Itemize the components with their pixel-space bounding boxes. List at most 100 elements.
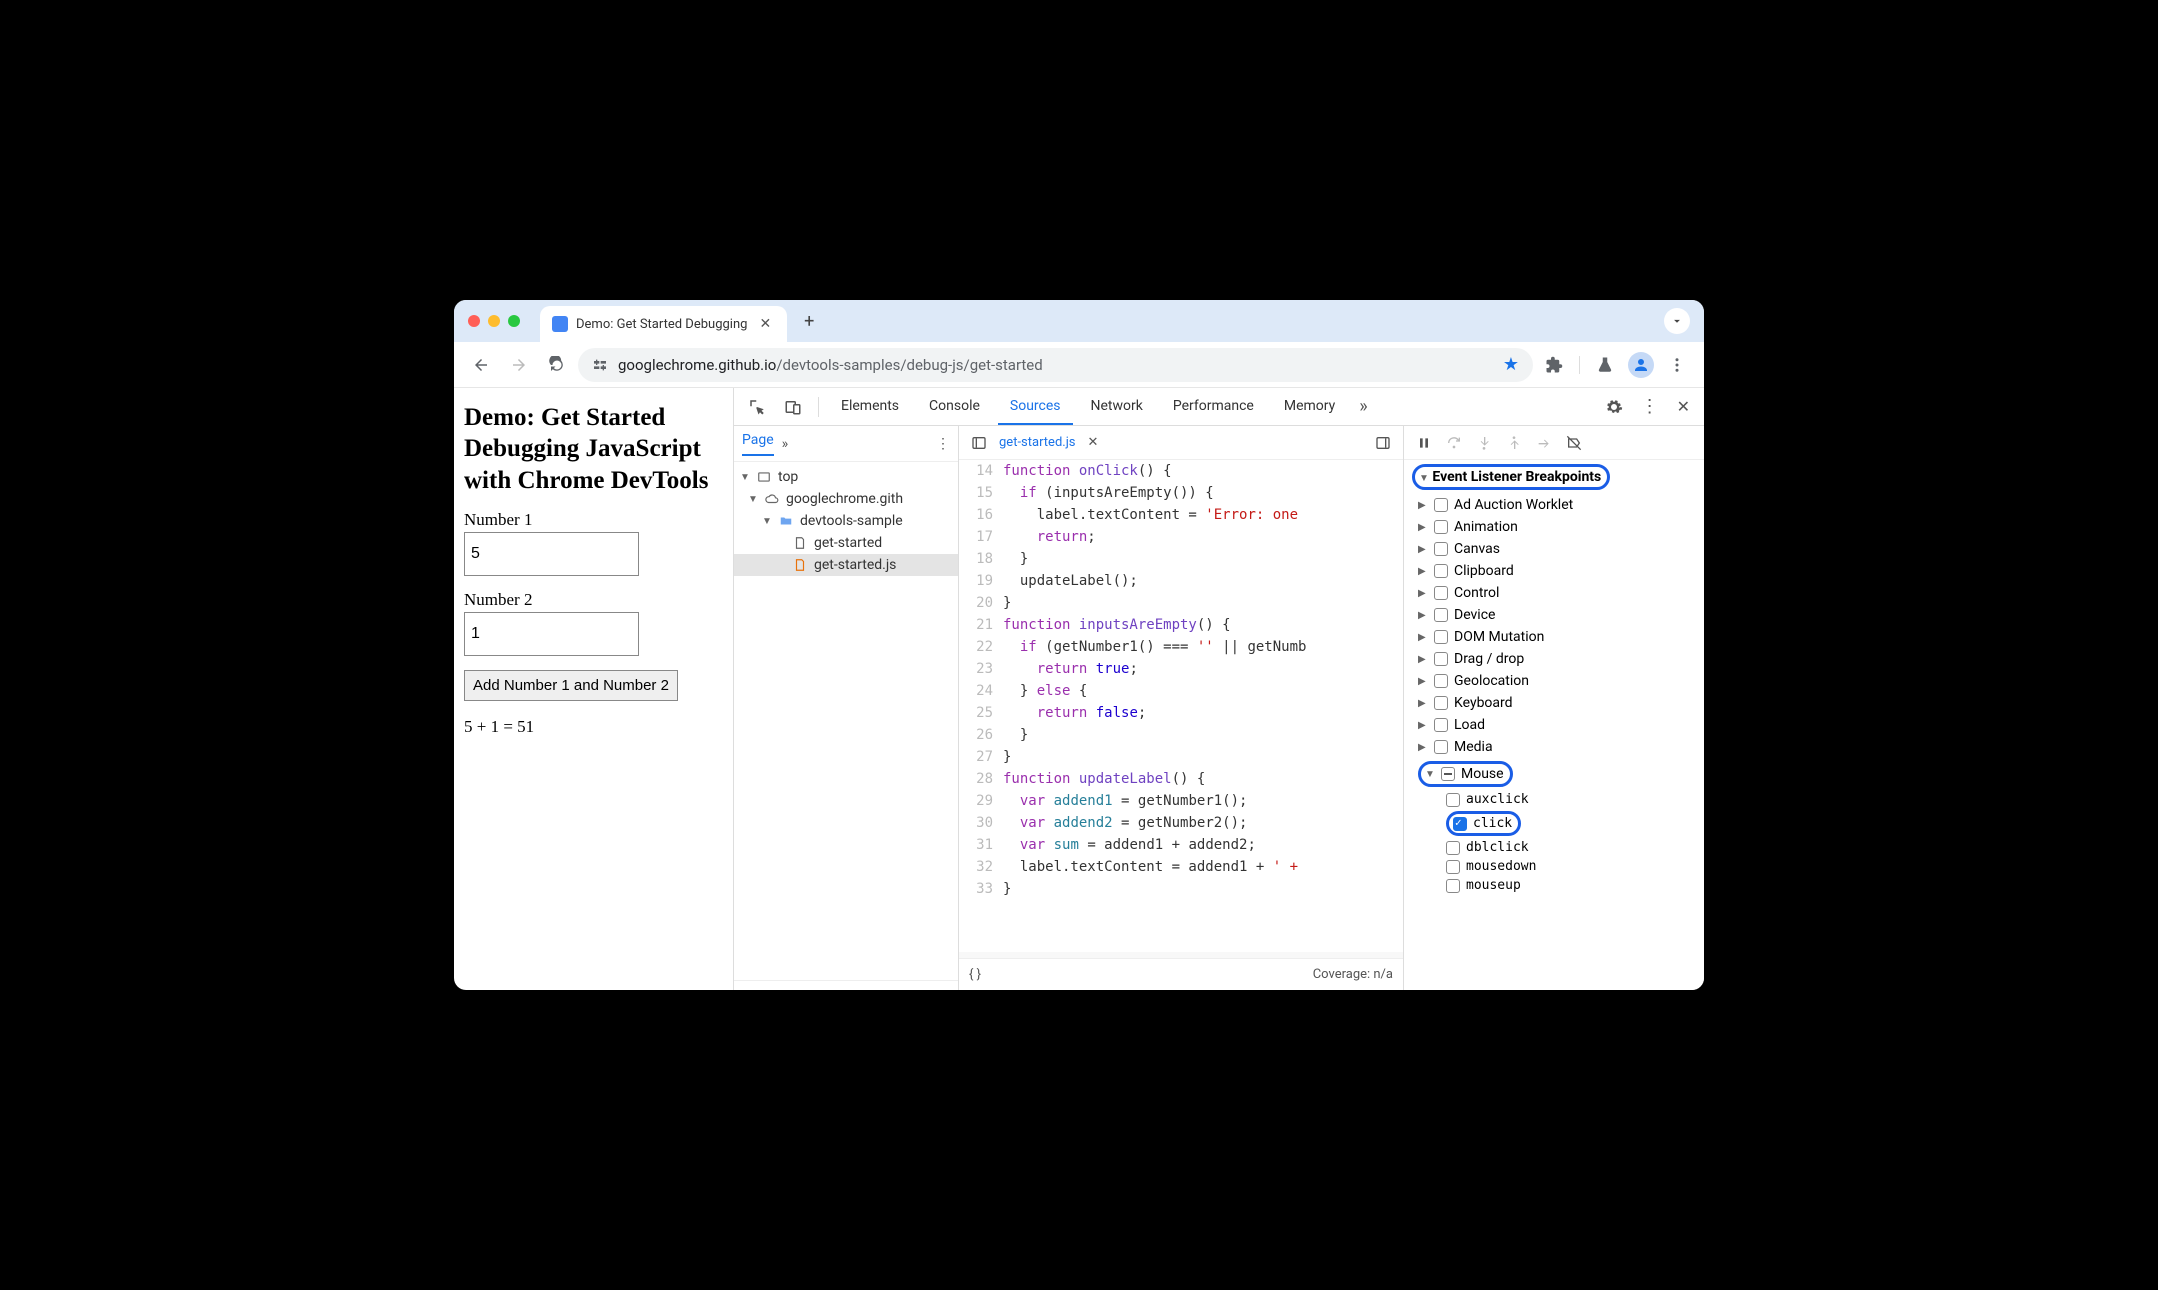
checkbox-icon[interactable]	[1434, 608, 1448, 622]
line-number[interactable]: 21	[959, 614, 1003, 636]
window-close-button[interactable]	[468, 315, 480, 327]
tab-search-button[interactable]	[1664, 308, 1690, 334]
line-number[interactable]: 24	[959, 680, 1003, 702]
line-number[interactable]: 16	[959, 504, 1003, 526]
tree-file-html[interactable]: get-started	[734, 532, 958, 554]
code-editor[interactable]: 14function onClick() {15 if (inputsAreEm…	[959, 460, 1403, 952]
editor-filename[interactable]: get-started.js	[999, 435, 1076, 450]
tree-folder[interactable]: ▼ devtools-sample	[734, 510, 958, 532]
breakpoint-event[interactable]: click	[1404, 809, 1704, 838]
line-number[interactable]: 33	[959, 878, 1003, 900]
code-line[interactable]: 32 label.textContent = addend1 + ' +	[959, 856, 1403, 878]
line-number[interactable]: 26	[959, 724, 1003, 746]
checkbox-icon[interactable]	[1434, 586, 1448, 600]
step-icon[interactable]	[1532, 433, 1556, 453]
checkbox-icon[interactable]	[1434, 696, 1448, 710]
breakpoint-category[interactable]: ▶Clipboard	[1404, 560, 1704, 582]
code-line[interactable]: 29 var addend1 = getNumber1();	[959, 790, 1403, 812]
tab-close-icon[interactable]: ✕	[755, 316, 775, 332]
code-line[interactable]: 14function onClick() {	[959, 460, 1403, 482]
editor-tab-close-icon[interactable]: ✕	[1084, 435, 1103, 450]
file-tree[interactable]: ▼ top ▼ googlechrome.gith	[734, 462, 958, 980]
toggle-navigator-icon[interactable]	[967, 435, 991, 451]
inspect-element-icon[interactable]	[742, 394, 772, 420]
line-number[interactable]: 17	[959, 526, 1003, 548]
breakpoint-category[interactable]: ▶Drag / drop	[1404, 648, 1704, 670]
code-line[interactable]: 17 return;	[959, 526, 1403, 548]
nav-reload-button[interactable]	[540, 348, 574, 382]
code-line[interactable]: 20}	[959, 592, 1403, 614]
tree-top[interactable]: ▼ top	[734, 466, 958, 488]
more-tabs-icon[interactable]: »	[1353, 396, 1373, 417]
breakpoint-category[interactable]: ▶Control	[1404, 582, 1704, 604]
checkbox-icon[interactable]	[1434, 520, 1448, 534]
code-line[interactable]: 18 }	[959, 548, 1403, 570]
breakpoint-category[interactable]: ▶Keyboard	[1404, 692, 1704, 714]
omnibox[interactable]: googlechrome.github.io/devtools-samples/…	[578, 348, 1533, 382]
devtools-tab-performance[interactable]: Performance	[1161, 388, 1266, 425]
line-number[interactable]: 20	[959, 592, 1003, 614]
extensions-button[interactable]	[1537, 348, 1571, 382]
checkbox-icon[interactable]	[1441, 767, 1455, 781]
step-out-icon[interactable]	[1502, 433, 1526, 453]
line-number[interactable]: 25	[959, 702, 1003, 724]
code-line[interactable]: 30 var addend2 = getNumber2();	[959, 812, 1403, 834]
breakpoint-category[interactable]: ▶Media	[1404, 736, 1704, 758]
device-toolbar-icon[interactable]	[778, 394, 808, 420]
event-listener-breakpoints-header[interactable]: ▼ Event Listener Breakpoints	[1404, 460, 1704, 494]
profile-button[interactable]	[1624, 348, 1658, 382]
checkbox-icon[interactable]	[1446, 860, 1460, 874]
line-number[interactable]: 27	[959, 746, 1003, 768]
devtools-tab-sources[interactable]: Sources	[998, 388, 1073, 425]
breakpoint-category[interactable]: ▶DOM Mutation	[1404, 626, 1704, 648]
breakpoint-category[interactable]: ▼Mouse	[1404, 758, 1704, 790]
code-line[interactable]: 27}	[959, 746, 1403, 768]
breakpoint-category[interactable]: ▶Load	[1404, 714, 1704, 736]
breakpoint-category[interactable]: ▶Geolocation	[1404, 670, 1704, 692]
step-over-icon[interactable]	[1442, 433, 1466, 453]
window-minimize-button[interactable]	[488, 315, 500, 327]
devtools-menu-icon[interactable]: ⋮	[1635, 396, 1665, 417]
checkbox-icon[interactable]	[1446, 793, 1460, 807]
navigator-more-icon[interactable]: »	[782, 436, 789, 452]
devtools-tab-console[interactable]: Console	[917, 388, 992, 425]
number1-input[interactable]	[464, 532, 639, 576]
line-number[interactable]: 31	[959, 834, 1003, 856]
tree-domain[interactable]: ▼ googlechrome.gith	[734, 488, 958, 510]
pretty-print-icon[interactable]: { }	[969, 967, 981, 982]
browser-tab[interactable]: Demo: Get Started Debugging ✕	[540, 306, 787, 342]
navigator-tab-page[interactable]: Page	[742, 432, 774, 456]
checkbox-icon[interactable]	[1434, 630, 1448, 644]
breakpoint-event[interactable]: mousedown	[1404, 857, 1704, 876]
code-line[interactable]: 21function inputsAreEmpty() {	[959, 614, 1403, 636]
code-line[interactable]: 22 if (getNumber1() === '' || getNumb	[959, 636, 1403, 658]
toggle-debugger-icon[interactable]	[1371, 435, 1395, 451]
devtools-settings-icon[interactable]	[1599, 398, 1629, 416]
devtools-close-icon[interactable]: ✕	[1671, 397, 1696, 416]
breakpoint-category[interactable]: ▶Canvas	[1404, 538, 1704, 560]
code-line[interactable]: 15 if (inputsAreEmpty()) {	[959, 482, 1403, 504]
line-number[interactable]: 29	[959, 790, 1003, 812]
code-line[interactable]: 16 label.textContent = 'Error: one	[959, 504, 1403, 526]
checkbox-icon[interactable]	[1434, 542, 1448, 556]
nav-back-button[interactable]	[464, 348, 498, 382]
code-line[interactable]: 28function updateLabel() {	[959, 768, 1403, 790]
navigator-scrollbar[interactable]	[734, 980, 958, 990]
navigator-menu-icon[interactable]: ⋮	[936, 436, 950, 452]
breakpoint-category[interactable]: ▶Ad Auction Worklet	[1404, 494, 1704, 516]
checkbox-icon[interactable]	[1446, 841, 1460, 855]
line-number[interactable]: 28	[959, 768, 1003, 790]
checkbox-icon[interactable]	[1434, 718, 1448, 732]
checkbox-icon[interactable]	[1434, 674, 1448, 688]
deactivate-breakpoints-icon[interactable]	[1562, 433, 1586, 453]
line-number[interactable]: 23	[959, 658, 1003, 680]
code-line[interactable]: 33}	[959, 878, 1403, 900]
breakpoint-category[interactable]: ▶Device	[1404, 604, 1704, 626]
checkbox-icon[interactable]	[1434, 652, 1448, 666]
code-line[interactable]: 31 var sum = addend1 + addend2;	[959, 834, 1403, 856]
tree-file-js[interactable]: get-started.js	[734, 554, 958, 576]
line-number[interactable]: 30	[959, 812, 1003, 834]
code-line[interactable]: 25 return false;	[959, 702, 1403, 724]
checkbox-icon[interactable]	[1434, 740, 1448, 754]
checkbox-icon[interactable]	[1446, 879, 1460, 893]
